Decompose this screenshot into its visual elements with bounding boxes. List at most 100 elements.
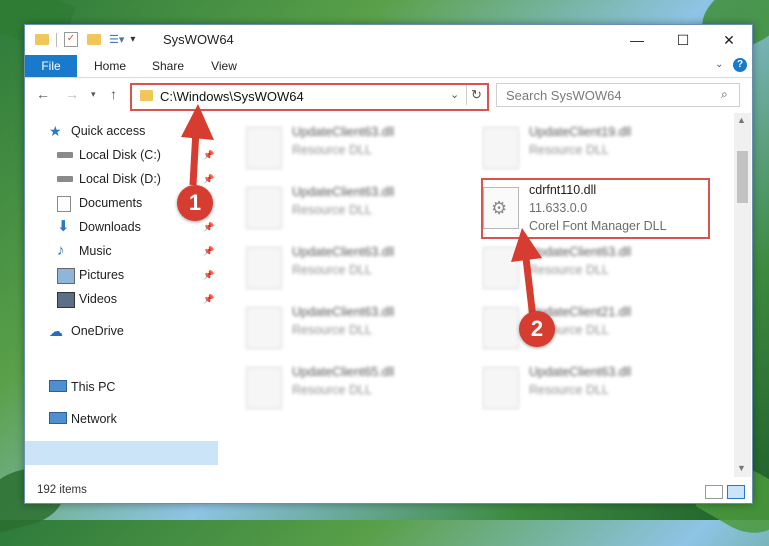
pin-icon[interactable]: 📌 — [203, 222, 214, 233]
list-item[interactable]: UpdateClient19.dll Resource DLL — [483, 123, 683, 173]
file-name: UpdateClient63.dll — [529, 245, 632, 259]
scrollbar-thumb[interactable] — [737, 151, 748, 203]
file-description: Resource DLL — [292, 323, 372, 337]
sidebar-item-label: Videos — [79, 292, 117, 306]
dll-file-icon — [483, 367, 519, 409]
file-name: UpdateClient63.dll — [292, 185, 395, 199]
navigation-bar: ← → ▾ ↑ C:\Windows\SysWOW64 ⌄ ↻ Search S… — [25, 78, 752, 112]
sidebar-item-label: Quick access — [71, 124, 146, 138]
close-button[interactable]: ✕ — [706, 25, 752, 55]
cloud-icon: ☁ — [49, 323, 63, 339]
documents-icon — [57, 196, 71, 212]
forward-arrow-icon[interactable]: → — [65, 86, 79, 102]
help-icon[interactable]: ? — [733, 58, 747, 72]
sidebar-item-label: OneDrive — [71, 324, 124, 338]
list-item[interactable]: UpdateClient63.dll Resource DLL — [246, 183, 446, 233]
divider — [56, 32, 57, 47]
refresh-icon[interactable]: ↻ — [466, 85, 486, 105]
large-icons-view-icon[interactable] — [727, 485, 745, 499]
pin-icon[interactable]: 📌 — [203, 174, 214, 185]
dll-file-icon — [246, 307, 282, 349]
customize-toolbar-icon[interactable]: ☰▾ — [109, 33, 124, 46]
tab-file[interactable]: File — [25, 55, 77, 77]
file-name: UpdateClient63.dll — [292, 245, 395, 259]
pin-icon[interactable]: 📌 — [203, 246, 214, 257]
recent-locations-chevron-icon[interactable]: ▾ — [91, 89, 96, 100]
list-item[interactable]: UpdateClient63.dll Resource DLL — [246, 303, 446, 353]
search-box[interactable]: Search SysWOW64 ⌕ — [496, 83, 740, 107]
sidebar-item-label: Music — [79, 244, 112, 258]
dll-file-icon — [483, 127, 519, 169]
tab-share[interactable]: Share — [143, 55, 193, 77]
file-name: UpdateClient63.dll — [292, 125, 395, 139]
file-description: Resource DLL — [292, 143, 372, 157]
sidebar-item-label: Documents — [79, 196, 143, 210]
pin-icon[interactable]: 📌 — [203, 294, 214, 305]
vertical-scrollbar[interactable]: ▲ ▼ — [734, 113, 751, 477]
folder-icon — [140, 90, 153, 101]
file-name: UpdateClient63.dll — [529, 365, 632, 379]
title-bar: ✓ ☰▾ ▾ SysWOW64 — ☐ ✕ — [25, 25, 752, 55]
list-item[interactable]: UpdateClient63.dll Resource DLL — [246, 123, 446, 173]
new-folder-icon[interactable] — [87, 34, 101, 45]
pin-icon[interactable]: 📌 — [203, 150, 214, 161]
sidebar-item-label: Local Disk (C:) — [79, 148, 161, 162]
file-list: UpdateClient63.dll Resource DLL UpdateCl… — [218, 113, 734, 477]
window-title: SysWOW64 — [163, 32, 234, 47]
file-name: UpdateClient65.dll — [292, 365, 395, 379]
file-description: Resource DLL — [292, 203, 372, 217]
dll-file-icon — [246, 127, 282, 169]
list-item[interactable]: UpdateClient21.dll Resource DLL — [483, 303, 683, 353]
dll-file-icon — [483, 247, 519, 289]
drive-icon — [57, 176, 73, 182]
selection-highlight — [25, 441, 218, 465]
file-description: Resource DLL — [529, 383, 609, 397]
list-item[interactable]: UpdateClient65.dll Resource DLL — [246, 363, 446, 413]
star-icon: ★ — [49, 123, 62, 139]
file-name: UpdateClient19.dll — [529, 125, 632, 139]
list-item[interactable]: UpdateClient63.dll Resource DLL — [483, 243, 683, 293]
minimize-button[interactable]: — — [614, 25, 660, 55]
videos-icon — [57, 292, 75, 308]
address-bar[interactable]: C:\Windows\SysWOW64 ⌄ ↻ — [130, 83, 489, 111]
step-2-badge: 2 — [519, 311, 555, 347]
navigation-pane: ★ Quick access Local Disk (C:) 📌 Local D… — [25, 113, 218, 483]
maximize-button[interactable]: ☐ — [660, 25, 706, 55]
scroll-up-icon[interactable]: ▲ — [737, 115, 746, 125]
details-view-icon[interactable] — [705, 485, 723, 499]
search-input[interactable]: Search SysWOW64 — [506, 88, 622, 103]
dll-file-icon — [246, 247, 282, 289]
network-icon — [49, 412, 67, 424]
scroll-down-icon[interactable]: ▼ — [737, 463, 746, 473]
item-count: 192 items — [37, 484, 87, 496]
file-description: Resource DLL — [529, 263, 609, 277]
downloads-icon: ⬇ — [57, 218, 70, 235]
pin-icon[interactable]: 📌 — [203, 270, 214, 281]
sidebar-item-label: This PC — [71, 380, 116, 394]
computer-icon — [49, 380, 67, 392]
file-explorer-window: ✓ ☰▾ ▾ SysWOW64 — ☐ ✕ File Home Share Vi… — [24, 24, 753, 504]
properties-icon[interactable]: ✓ — [64, 32, 78, 47]
dll-file-icon — [246, 187, 282, 229]
address-path: C:\Windows\SysWOW64 — [160, 89, 304, 104]
pin-icon[interactable]: ▾ — [130, 34, 135, 45]
folder-icon — [35, 34, 49, 45]
tab-home[interactable]: Home — [85, 55, 135, 77]
tab-view[interactable]: View — [199, 55, 249, 77]
file-description: Resource DLL — [529, 143, 609, 157]
up-arrow-icon[interactable]: ↑ — [110, 86, 117, 102]
list-item[interactable]: UpdateClient63.dll Resource DLL — [246, 243, 446, 293]
address-dropdown-chevron-icon[interactable]: ⌄ — [450, 88, 459, 101]
file-name: UpdateClient63.dll — [292, 305, 395, 319]
expand-ribbon-icon[interactable]: ⌄ — [715, 59, 723, 70]
sidebar-item-label: Downloads — [79, 220, 141, 234]
dll-file-icon — [246, 367, 282, 409]
back-arrow-icon[interactable]: ← — [36, 86, 50, 102]
target-file-highlight-box — [481, 178, 710, 239]
file-description: Resource DLL — [292, 263, 372, 277]
status-bar: 192 items — [25, 480, 752, 502]
file-description: Resource DLL — [292, 383, 372, 397]
list-item[interactable]: UpdateClient63.dll Resource DLL — [483, 363, 683, 413]
sidebar-item-label: Local Disk (D:) — [79, 172, 161, 186]
ribbon-tabs: File Home Share View ⌄ ? — [25, 55, 752, 78]
